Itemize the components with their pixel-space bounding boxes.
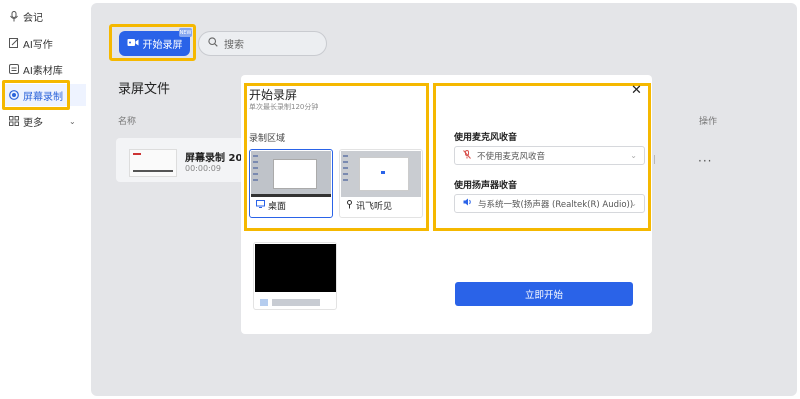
highlight-box-sidebar (2, 80, 70, 110)
speaker-icon (463, 198, 472, 209)
grid-icon (8, 116, 19, 127)
highlight-box-start-button (109, 24, 196, 61)
speaker-label: 使用扬声器收音 (454, 181, 518, 191)
sidebar-item-label: AI素材库 (23, 65, 63, 77)
window-preview (255, 244, 336, 292)
chevron-down-icon: ⌄ (630, 199, 637, 208)
microphone-icon (8, 10, 19, 22)
mic-select-value: 不使用麦克风收音 (477, 151, 546, 162)
window-title-redacted (272, 299, 320, 306)
library-icon (8, 64, 19, 75)
close-icon[interactable]: ✕ (631, 83, 642, 98)
speaker-select[interactable]: 与系统一致(扬声器 (Realtek(R) Audio)) ⌄ (454, 194, 645, 213)
edit-icon (8, 38, 19, 49)
sidebar: 会记 AI写作 AI素材库 屏幕录制 更多 ⌄ (0, 0, 90, 399)
app-root: 会记 AI写作 AI素材库 屏幕录制 更多 ⌄ 开始录屏 NEW 搜索 录屏文件… (0, 0, 800, 399)
sidebar-item-label: 更多 (23, 117, 43, 129)
sidebar-item-ai-library[interactable]: AI素材库 (8, 58, 63, 80)
mic-select[interactable]: 不使用麦克风收音 ⌄ (454, 146, 645, 165)
mic-off-icon (463, 149, 471, 162)
column-header-name: 名称 (118, 117, 137, 127)
chevron-down-icon: ⌄ (630, 151, 637, 160)
mic-label: 使用麦克风收音 (454, 133, 518, 143)
recording-duration: 00:00:09 (185, 164, 221, 173)
search-icon (208, 37, 218, 50)
sidebar-item-label: AI写作 (23, 39, 53, 51)
chevron-down-icon: ⌄ (69, 116, 76, 126)
highlight-box-record-area (244, 83, 429, 231)
more-actions-button[interactable]: ··· (698, 154, 712, 168)
column-header-actions: 操作 (699, 117, 718, 127)
sidebar-item-ai-writing[interactable]: AI写作 (8, 32, 53, 54)
source-window-card[interactable] (253, 242, 337, 310)
recording-thumbnail[interactable] (129, 149, 177, 177)
search-placeholder: 搜索 (224, 40, 244, 51)
search-input[interactable]: 搜索 (198, 31, 327, 56)
speaker-select-value: 与系统一致(扬声器 (Realtek(R) Audio)) (478, 199, 634, 210)
sidebar-item-more[interactable]: 更多 ⌄ (8, 110, 76, 132)
sidebar-item-meeting[interactable]: 会记 (8, 5, 43, 27)
window-icon (260, 299, 268, 306)
column-divider: | (653, 155, 657, 165)
page-title: 录屏文件 (118, 82, 171, 97)
sidebar-item-label: 会记 (23, 12, 43, 24)
start-now-button[interactable]: 立即开始 (455, 282, 633, 306)
